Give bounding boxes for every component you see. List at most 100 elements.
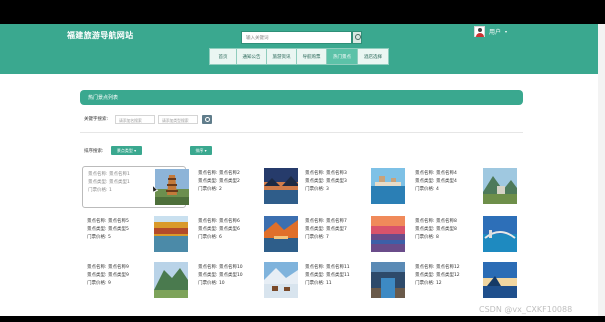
- attraction-name: 景点名称: 景点名称5: [87, 219, 129, 224]
- attraction-info: 景点名称: 景点名称8 景点类型: 景点类型8 门票价格: 8: [415, 218, 457, 242]
- attraction-image[interactable]: [264, 216, 298, 252]
- attraction-card[interactable]: 景点名称: 景点名称9 景点类型: 景点类型9 门票价格: 9: [82, 260, 188, 302]
- attraction-type: 景点类型: 景点类型9: [87, 273, 129, 278]
- user-menu[interactable]: 用户 ▾: [474, 26, 507, 37]
- attraction-image[interactable]: [371, 216, 405, 252]
- attraction-type: 景点类型: 景点类型5: [87, 227, 129, 232]
- attraction-image[interactable]: [155, 169, 189, 205]
- attraction-price: 门票价格: 10: [198, 281, 225, 286]
- attraction-info: 景点名称: 景点名称12 景点类型: 景点类型12 门票价格: 12: [415, 264, 460, 288]
- attraction-card[interactable]: 景点名称: 景点名称6 景点类型: 景点类型6 门票价格: 6: [193, 214, 298, 256]
- attraction-price: 门票价格: 6: [198, 235, 222, 240]
- nav-item[interactable]: 通知公告: [237, 49, 267, 64]
- divider: [80, 132, 523, 133]
- attraction-card[interactable]: 景点名称: 景点名称2 景点类型: 景点类型2 门票价格: 2: [193, 166, 298, 208]
- attraction-name: 景点名称: 景点名称3: [305, 171, 347, 176]
- attraction-type: 景点类型: 景点类型3: [305, 179, 347, 184]
- attraction-name: 景点名称: 景点名称1: [88, 172, 130, 177]
- attraction-card[interactable]: 景点名称: 景点名称1 景点类型: 景点类型1 门票价格: 1: [82, 166, 189, 208]
- keyword-label: 关键字搜索:: [84, 117, 109, 122]
- attraction-type: 景点类型: 景点类型2: [198, 179, 240, 184]
- avatar[interactable]: [474, 26, 485, 37]
- attraction-image[interactable]: [264, 262, 298, 298]
- type-search-input[interactable]: 请添加类型搜索: [158, 115, 198, 124]
- attraction-info: 景点名称: 景点名称1 景点类型: 景点类型1 门票价格: 1: [88, 171, 130, 195]
- attraction-info: 景点名称: 景点名称4 景点类型: 景点类型4 门票价格: 4: [415, 170, 457, 194]
- user-name[interactable]: 用户: [489, 27, 501, 36]
- attraction-info: 景点名称: 景点名称5 景点类型: 景点类型5 门票价格: 5: [87, 218, 129, 242]
- page-title: 热门景点列表: [80, 90, 523, 105]
- attraction-image[interactable]: [483, 168, 517, 204]
- attraction-image[interactable]: [483, 216, 517, 252]
- chevron-down-icon[interactable]: ▾: [505, 29, 507, 34]
- attraction-type: 景点类型: 景点类型11: [305, 273, 350, 278]
- attraction-price: 门票价格: 7: [305, 235, 329, 240]
- search-icon[interactable]: [352, 31, 362, 44]
- attraction-name: 景点名称: 景点名称8: [415, 219, 457, 224]
- attraction-price: 门票价格: 4: [415, 187, 439, 192]
- site-header: 福建旅游导航网站 输入关键词 用户 ▾ 首页 通知公告 旅游资讯 导航购票 热门景点 酒店…: [0, 24, 605, 77]
- attraction-name: 景点名称: 景点名称12: [415, 265, 460, 270]
- attraction-image[interactable]: [154, 216, 188, 252]
- attraction-card[interactable]: 景点名称: 景点名称11 景点类型: 景点类型11 门票价格: 11: [300, 260, 405, 302]
- sort-button[interactable]: 排序 ▾: [190, 146, 212, 155]
- attraction-name: 景点名称: 景点名称2: [198, 171, 240, 176]
- attraction-info: 景点名称: 景点名称11 景点类型: 景点类型11 门票价格: 11: [305, 264, 350, 288]
- attraction-image[interactable]: [371, 168, 405, 204]
- attraction-type: 景点类型: 景点类型12: [415, 273, 460, 278]
- bottom-black-bar: [0, 316, 605, 322]
- attraction-card[interactable]: 景点名称: 景点名称10 景点类型: 景点类型10 门票价格: 10: [193, 260, 298, 302]
- main-nav: 首页 通知公告 旅游资讯 导航购票 热门景点 酒店选择: [209, 48, 389, 65]
- attraction-name: 景点名称: 景点名称9: [87, 265, 129, 270]
- site-title[interactable]: 福建旅游导航网站: [67, 30, 133, 41]
- nav-item[interactable]: 热门景点: [327, 49, 358, 64]
- sort-type-button[interactable]: 景点类型 ▾: [111, 146, 142, 155]
- attraction-info: 景点名称: 景点名称7 景点类型: 景点类型7 门票价格: 7: [305, 218, 347, 242]
- attraction-card[interactable]: 景点名称: 景点名称12 景点类型: 景点类型12 门票价格: 12: [410, 260, 517, 302]
- attraction-name: 景点名称: 景点名称7: [305, 219, 347, 224]
- attraction-info: 景点名称: 景点名称9 景点类型: 景点类型9 门票价格: 9: [87, 264, 129, 288]
- attraction-info: 景点名称: 景点名称6 景点类型: 景点类型6 门票价格: 6: [198, 218, 240, 242]
- name-search-input[interactable]: 请添加名搜索: [115, 115, 155, 124]
- attraction-info: 景点名称: 景点名称3 景点类型: 景点类型3 门票价格: 3: [305, 170, 347, 194]
- attraction-image[interactable]: [371, 262, 405, 298]
- attraction-image[interactable]: [264, 168, 298, 204]
- attraction-card[interactable]: 景点名称: 景点名称5 景点类型: 景点类型5 门票价格: 5: [82, 214, 188, 256]
- top-black-bar: [0, 0, 605, 24]
- sort-label: 排序搜索:: [84, 149, 104, 154]
- attraction-card[interactable]: 景点名称: 景点名称3 景点类型: 景点类型3 门票价格: 3: [300, 166, 405, 208]
- attraction-price: 门票价格: 12: [415, 281, 442, 286]
- attraction-type: 景点类型: 景点类型6: [198, 227, 240, 232]
- attraction-card[interactable]: 景点名称: 景点名称7 景点类型: 景点类型7 门票价格: 7: [300, 214, 405, 256]
- attraction-type: 景点类型: 景点类型1: [88, 180, 130, 185]
- scrollbar[interactable]: [598, 24, 605, 316]
- attraction-type: 景点类型: 景点类型8: [415, 227, 457, 232]
- attraction-name: 景点名称: 景点名称6: [198, 219, 240, 224]
- attraction-image[interactable]: [154, 262, 188, 298]
- attraction-price: 门票价格: 5: [87, 235, 111, 240]
- attraction-info: 景点名称: 景点名称10 景点类型: 景点类型10 门票价格: 10: [198, 264, 243, 288]
- attraction-type: 景点类型: 景点类型10: [198, 273, 243, 278]
- nav-item[interactable]: 首页: [210, 49, 237, 64]
- attraction-card[interactable]: 景点名称: 景点名称4 景点类型: 景点类型4 门票价格: 4: [410, 166, 517, 208]
- attraction-name: 景点名称: 景点名称10: [198, 265, 243, 270]
- main-content: 热门景点列表 关键字搜索: 请添加名搜索 请添加类型搜索 排序搜索: 景点类型 …: [0, 74, 605, 316]
- attraction-type: 景点类型: 景点类型4: [415, 179, 457, 184]
- nav-item[interactable]: 旅游资讯: [267, 49, 297, 64]
- nav-item[interactable]: 酒店选择: [358, 49, 388, 64]
- attraction-info: 景点名称: 景点名称2 景点类型: 景点类型2 门票价格: 2: [198, 170, 240, 194]
- attraction-name: 景点名称: 景点名称4: [415, 171, 457, 176]
- search-input[interactable]: 输入关键词: [241, 31, 352, 44]
- attraction-type: 景点类型: 景点类型7: [305, 227, 347, 232]
- attraction-card[interactable]: 景点名称: 景点名称8 景点类型: 景点类型8 门票价格: 8: [410, 214, 517, 256]
- search-icon[interactable]: [202, 115, 212, 124]
- attraction-name: 景点名称: 景点名称11: [305, 265, 350, 270]
- attraction-price: 门票价格: 9: [87, 281, 111, 286]
- nav-item[interactable]: 导航购票: [297, 49, 327, 64]
- watermark: CSDN @vx_CXKF10088: [479, 305, 573, 314]
- attraction-price: 门票价格: 1: [88, 188, 112, 193]
- attraction-price: 门票价格: 11: [305, 281, 332, 286]
- attraction-image[interactable]: [483, 262, 517, 298]
- attraction-price: 门票价格: 3: [305, 187, 329, 192]
- attraction-price: 门票价格: 2: [198, 187, 222, 192]
